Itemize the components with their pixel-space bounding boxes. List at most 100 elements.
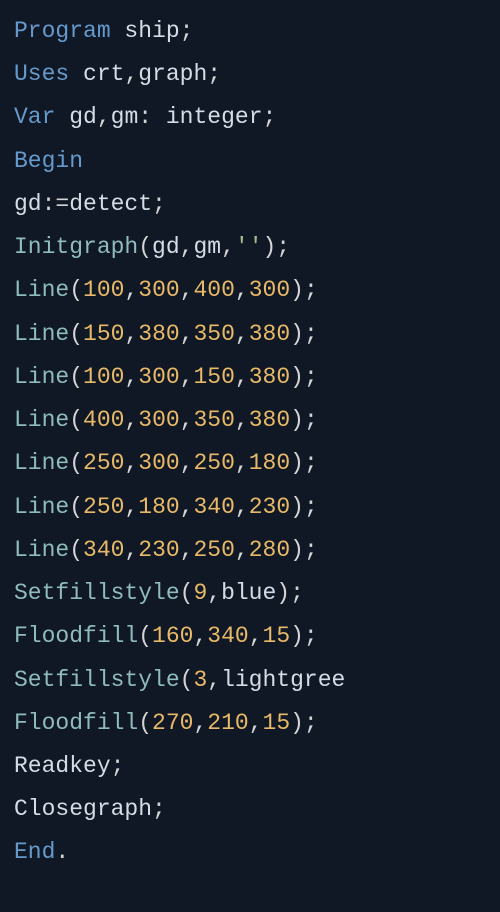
token-num: 350 [194,321,235,347]
token-punc: ( [180,667,194,693]
token-punc: , [124,277,138,303]
token-num: 230 [249,494,290,520]
token-punc: , [180,364,194,390]
token-ident: gd [14,191,42,217]
token-num: 340 [83,537,124,563]
token-punc: ( [138,623,152,649]
token-ident: gm [193,234,221,260]
token-punc: ; [152,191,166,217]
code-line: Var gd,gm: integer; [14,96,486,139]
token-punc: , [235,494,249,520]
token-const: lightgree [221,667,345,693]
token-num: 150 [194,364,235,390]
token-num: 180 [249,450,290,476]
token-num: 100 [83,364,124,390]
token-punc: , [235,321,249,347]
token-num: 380 [249,364,290,390]
token-ident: graph [138,61,207,87]
code-line: Line(340,230,250,280); [14,529,486,572]
token-punc: ); [290,494,318,520]
token-punc: , [235,450,249,476]
token-punc: , [249,623,263,649]
code-line: Readkey; [14,745,486,788]
token-func: Floodfill [14,710,138,736]
token-ident: detect [69,191,152,217]
token-ident: gd [55,104,96,130]
token-num: 300 [138,407,179,433]
token-num: 210 [207,710,248,736]
token-num: 340 [207,623,248,649]
token-punc: ); [290,450,318,476]
token-func: Line [14,537,69,563]
token-num: 380 [249,407,290,433]
token-punc: := [42,191,70,217]
token-ident: Closegraph [14,796,152,822]
code-line: Uses crt,graph; [14,53,486,96]
token-punc: ); [290,710,318,736]
token-punc: ( [69,321,83,347]
code-line: Line(400,300,350,380); [14,399,486,442]
token-punc: ); [290,623,318,649]
token-func: Line [14,407,69,433]
code-line: Line(250,180,340,230); [14,486,486,529]
code-line: Begin [14,140,486,183]
token-num: 15 [263,710,291,736]
token-punc: , [235,537,249,563]
token-punc: , [124,537,138,563]
code-line: End. [14,831,486,874]
code-line: Floodfill(270,210,15); [14,702,486,745]
token-num: 300 [138,450,179,476]
token-punc: , [124,61,138,87]
token-str: '' [235,234,263,260]
token-punc: ( [180,580,194,606]
token-const: blue [221,580,276,606]
token-func: Line [14,494,69,520]
token-kw: Program [14,18,111,44]
token-punc: , [124,407,138,433]
token-punc: ); [290,364,318,390]
token-punc: ( [69,407,83,433]
token-num: 380 [249,321,290,347]
token-punc: ; [152,796,166,822]
code-line: Setfillstyle(3,lightgree [14,659,486,702]
token-num: 350 [194,407,235,433]
token-func: Line [14,321,69,347]
code-line: Line(100,300,400,300); [14,269,486,312]
token-punc: ; [111,753,125,779]
token-kw: Uses [14,61,69,87]
token-num: 250 [83,450,124,476]
token-num: 400 [83,407,124,433]
token-ident: Readkey [14,753,111,779]
token-punc: , [124,321,138,347]
token-punc: ); [290,407,318,433]
token-num: 250 [83,494,124,520]
token-func: Line [14,364,69,390]
token-punc: , [180,407,194,433]
token-punc: ); [276,580,304,606]
token-punc: ( [69,277,83,303]
token-punc: , [221,234,235,260]
token-punc: ); [290,277,318,303]
code-line: gd:=detect; [14,183,486,226]
token-kw: Var [14,104,55,130]
token-num: 9 [193,580,207,606]
token-punc: , [180,277,194,303]
code-line: Line(150,380,350,380); [14,313,486,356]
token-num: 250 [194,537,235,563]
token-punc: , [235,277,249,303]
token-punc: , [180,450,194,476]
code-line: Line(100,300,150,380); [14,356,486,399]
token-punc: , [180,321,194,347]
code-line: Closegraph; [14,788,486,831]
token-num: 300 [138,364,179,390]
token-punc: , [180,537,194,563]
token-punc: . [55,839,69,865]
token-num: 280 [249,537,290,563]
token-punc: , [235,364,249,390]
code-line: Line(250,300,250,180); [14,442,486,485]
token-num: 15 [263,623,291,649]
token-num: 300 [249,277,290,303]
token-punc: ); [290,321,318,347]
code-block: Program ship; Uses crt,graph;Var gd,gm: i… [14,10,486,875]
token-ident: ship [111,18,180,44]
